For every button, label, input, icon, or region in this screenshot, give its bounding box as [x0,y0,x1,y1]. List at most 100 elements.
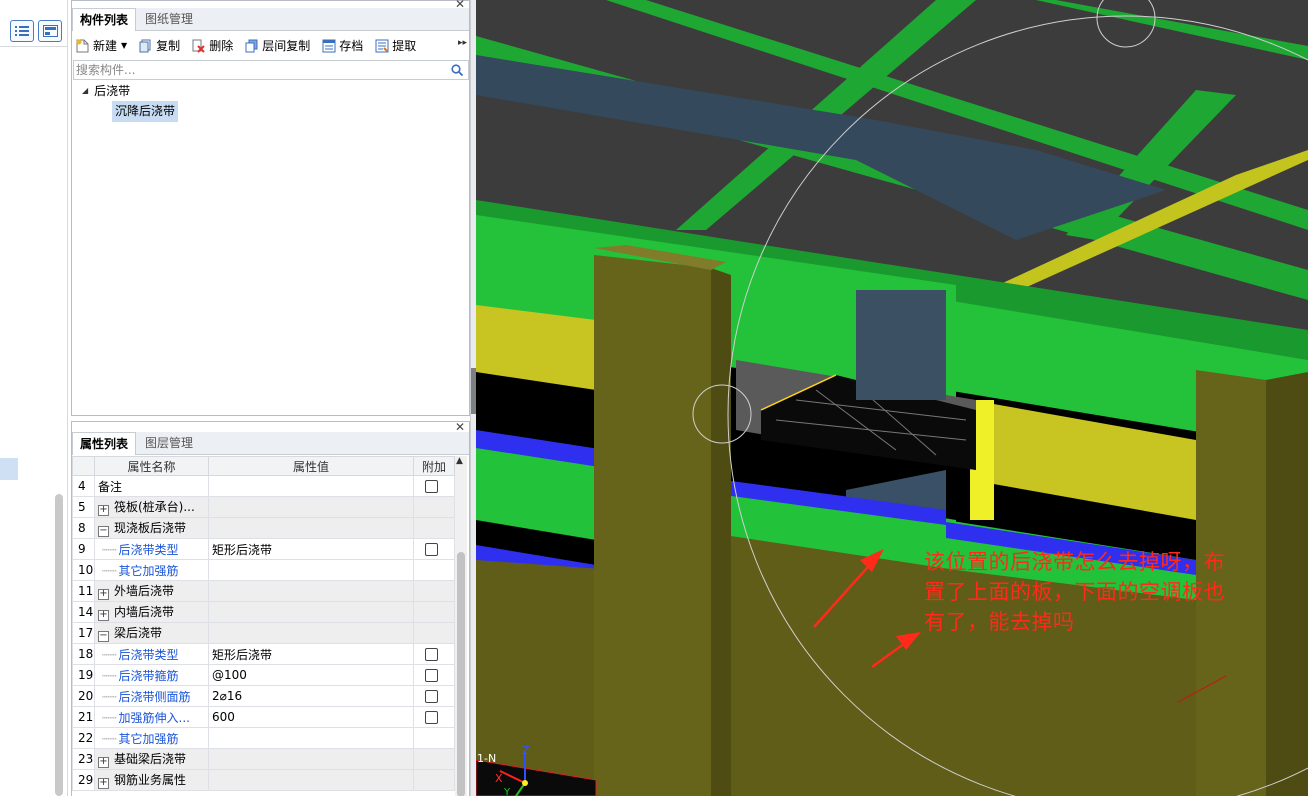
property-value[interactable]: 矩形后浇带 [208,643,414,665]
row-number: 23 [72,748,95,770]
tab-layer-management[interactable]: 图层管理 [138,432,200,455]
annotation-text: 该位置的后浇带怎么去掉呀，布 置了上面的板，下面的空调板也 有了，能去掉吗 [924,547,1304,637]
extra-checkbox[interactable] [425,711,438,724]
property-row[interactable]: 23 + 基础梁后浇带 [72,748,455,770]
floor-copy-button[interactable]: 层间复制 [245,37,310,54]
property-row[interactable]: 4 备注 [72,475,455,497]
collapse-icon[interactable]: − [98,526,109,537]
property-row[interactable]: 29 + 钢筋业务属性 [72,769,455,791]
layout-view-icon[interactable] [38,20,62,42]
expand-icon[interactable]: + [98,589,109,600]
extra-cell [413,475,455,497]
expand-icon[interactable]: + [98,610,109,621]
delete-button[interactable]: 删除 [192,37,233,54]
property-row[interactable]: 18 ········ 后浇带类型 矩形后浇带 [72,643,455,665]
property-row[interactable]: 11 + 外墙后浇带 [72,580,455,602]
toolbar-overflow-icon[interactable]: ▸▸ [458,38,467,48]
property-name-cell: ········ 后浇带类型 [94,538,209,560]
floor-copy-label: 层间复制 [262,39,311,53]
extract-button[interactable]: 提取 [375,37,416,54]
extra-checkbox[interactable] [425,690,438,703]
property-name: 梁后浇带 [114,626,163,640]
row-number: 9 [72,538,95,560]
property-name: 基础梁后浇带 [114,752,187,766]
tab-property-list[interactable]: 属性列表 [72,432,137,455]
left-scrollbar[interactable] [55,494,63,796]
collapse-arrow-icon[interactable]: ◢ [82,86,88,95]
dropdown-arrow-icon[interactable]: ▼ [121,41,127,50]
property-value[interactable] [208,580,414,602]
property-value[interactable] [208,769,414,791]
property-value[interactable] [208,622,414,644]
property-name-cell: ········ 其它加强筋 [94,727,209,749]
selected-nav-item[interactable] [0,458,18,480]
property-name: 现浇板后浇带 [114,521,187,535]
property-value[interactable]: @100 [208,664,414,686]
extra-cell [413,643,455,665]
divider [0,46,68,47]
scroll-up-icon[interactable]: ▲ [456,456,463,466]
tree-node-post-cast-strip[interactable]: ◢ 后浇带 [82,82,130,99]
expand-icon[interactable]: + [98,505,109,516]
property-row[interactable]: 5 + 筏板(桩承台)... [72,496,455,518]
property-name-cell: 备注 [94,475,209,497]
property-name: 后浇带侧面筋 [118,689,191,704]
extra-checkbox[interactable] [425,669,438,682]
3d-model-render: Z X Y 1-N [476,0,1308,796]
property-row[interactable]: 19 ········ 后浇带箍筋 @100 [72,664,455,686]
archive-button[interactable]: 存档 [322,37,363,54]
tree-root-label: 后浇带 [94,84,131,98]
property-name: 外墙后浇带 [114,584,175,598]
copy-button[interactable]: 复制 [139,37,180,54]
property-row[interactable]: 20 ········ 后浇带侧面筋 2⌀16 [72,685,455,707]
tab-drawing-management[interactable]: 图纸管理 [138,8,200,31]
expand-icon[interactable]: + [98,757,109,768]
property-row[interactable]: 17− 梁后浇带 [72,622,455,644]
property-scrollbar[interactable]: ▲ [455,456,467,796]
row-number: 10 [72,559,95,581]
tree-node-settlement-strip[interactable]: 沉降后浇带 [112,101,179,122]
property-row[interactable]: 14 + 内墙后浇带 [72,601,455,623]
property-value[interactable]: 600 [208,706,414,728]
property-value[interactable] [208,748,414,770]
property-value[interactable]: 2⌀16 [208,685,414,707]
search-icon[interactable] [451,64,464,77]
list-view-icon[interactable] [10,20,34,42]
annotation-line-2: 置了上面的板，下面的空调板也 [924,580,1225,604]
property-value[interactable] [208,475,414,497]
new-button[interactable]: 新建 ▼ [76,37,127,54]
property-name-cell: + 内墙后浇带 [94,601,209,623]
extra-cell [413,580,455,602]
property-name-cell: + 钢筋业务属性 [94,769,209,791]
property-row[interactable]: 9 ········ 后浇带类型 矩形后浇带 [72,538,455,560]
extra-checkbox[interactable] [425,480,438,493]
annotation-line-3: 有了，能去掉吗 [924,610,1075,634]
extra-checkbox[interactable] [425,543,438,556]
extra-checkbox[interactable] [425,648,438,661]
property-tabbar: 属性列表 图层管理 [72,432,469,455]
component-search-box [73,60,469,80]
property-value[interactable]: 矩形后浇带 [208,538,414,560]
property-name-cell: + 外墙后浇带 [94,580,209,602]
header-property-value: 属性值 [208,456,414,476]
component-search-input[interactable] [74,61,444,79]
property-row[interactable]: 22 ········ 其它加强筋 [72,727,455,749]
property-value[interactable] [208,601,414,623]
property-value[interactable] [208,517,414,539]
tab-component-list[interactable]: 构件列表 [72,8,137,31]
row-number: 17 [72,622,95,644]
property-table-header: 属性名称 属性值 附加 [72,456,455,476]
3d-viewport[interactable]: Z X Y 1-N 该位置的后浇带怎么去掉呀，布 置了上面的板，下面的空调板也 … [476,0,1308,796]
property-value[interactable] [208,727,414,749]
property-row[interactable]: 8− 现浇板后浇带 [72,517,455,539]
scroll-thumb[interactable] [457,552,465,796]
property-value[interactable] [208,559,414,581]
property-name-cell: ········ 其它加强筋 [94,559,209,581]
expand-icon[interactable]: + [98,778,109,789]
property-value[interactable] [208,496,414,518]
property-row[interactable]: 10 ········ 其它加强筋 [72,559,455,581]
collapse-icon[interactable]: − [98,631,109,642]
property-row[interactable]: 21 ········ 加强筋伸入... 600 [72,706,455,728]
row-number: 8 [72,517,95,539]
property-list-panel: ✕ 属性列表 图层管理 属性名称 属性值 附加 4 备注 5 + 筏板(桩承台)... 8… [71,420,470,796]
